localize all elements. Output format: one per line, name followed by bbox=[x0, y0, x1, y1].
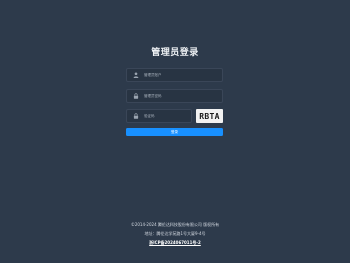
footer-icp-link[interactable]: 浙ICP备2024067011号-2 bbox=[0, 240, 350, 246]
username-field-container[interactable] bbox=[126, 68, 223, 82]
page-title: 管理员登录 bbox=[151, 48, 199, 58]
captcha-field-container[interactable] bbox=[126, 109, 192, 123]
footer-copyright: ©2014-2024 腾伦达科技股份有限公司 版权所有 bbox=[130, 222, 220, 227]
captcha-text: RBTA bbox=[199, 111, 220, 121]
footer-address: 地址：腾伦达学苑路1号大厦9-4号 bbox=[144, 231, 206, 236]
password-field-container[interactable] bbox=[126, 89, 223, 103]
username-input[interactable] bbox=[142, 69, 212, 81]
lock-icon bbox=[129, 90, 142, 102]
user-icon bbox=[129, 69, 142, 81]
lock-icon bbox=[129, 110, 142, 122]
captcha-input[interactable] bbox=[142, 110, 187, 122]
password-input[interactable] bbox=[142, 90, 212, 102]
login-button[interactable]: 登录 bbox=[126, 128, 223, 136]
captcha-image[interactable]: RBTA bbox=[196, 109, 223, 123]
